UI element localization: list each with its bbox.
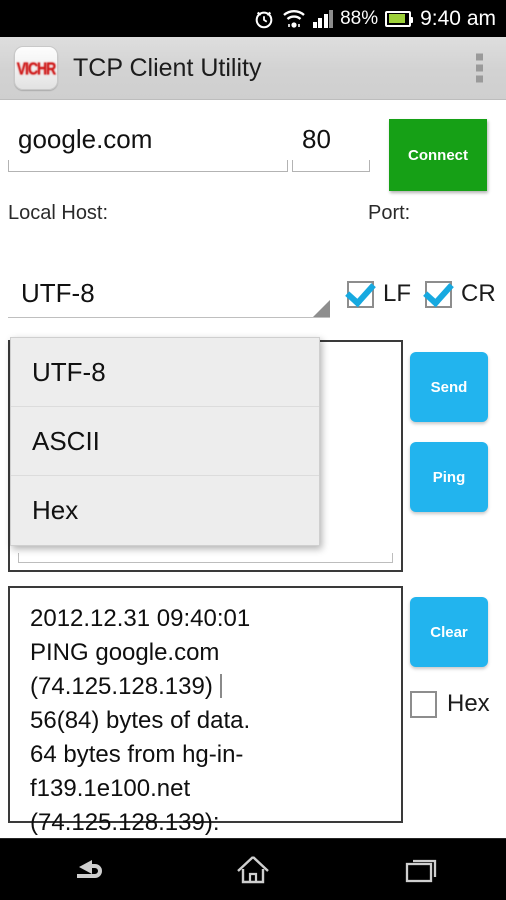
battery-percent-label: 88% <box>340 7 379 29</box>
port-label: Port: <box>368 202 411 224</box>
cellular-signal-icon <box>312 9 334 28</box>
port-input-underline <box>292 160 370 172</box>
overflow-menu-icon[interactable] <box>466 48 493 89</box>
battery-icon <box>385 10 414 27</box>
dropdown-option-hex[interactable]: Hex <box>11 476 319 545</box>
lf-checkbox[interactable] <box>347 280 374 308</box>
log-textarea-value: 2012.12.31 09:40:01 PING google.com (74.… <box>30 602 391 840</box>
hex-checkbox-label: Hex <box>447 690 490 717</box>
local-host-label: Local Host: <box>8 202 109 224</box>
port-input-value: 80 <box>302 124 331 154</box>
back-arrow-icon[interactable] <box>39 848 129 892</box>
encoding-dropdown-list[interactable]: UTF-8 ASCII Hex <box>10 337 320 546</box>
dropdown-option-ascii[interactable]: ASCII <box>11 407 319 476</box>
encoding-spinner[interactable]: UTF-8 <box>8 278 330 318</box>
cr-checkbox-label: CR <box>461 280 496 307</box>
log-text: 2012.12.31 09:40:01 PING google.com (74.… <box>30 605 251 836</box>
clock-label: 9:40 am <box>420 6 496 30</box>
ping-button[interactable]: Ping <box>410 442 488 512</box>
status-bar: 88% 9:40 am <box>0 0 506 37</box>
host-input-value: google.com <box>18 124 153 154</box>
recent-apps-icon[interactable] <box>377 848 467 892</box>
android-nav-bar <box>0 838 506 900</box>
action-bar: VICHR TCP Client Utility <box>0 37 506 100</box>
encoding-spinner-value: UTF-8 <box>21 278 95 308</box>
lf-checkbox-label: LF <box>383 280 412 307</box>
dropdown-caret-icon <box>313 300 330 317</box>
home-icon[interactable] <box>208 848 298 892</box>
connect-button[interactable]: Connect <box>389 119 487 191</box>
android-screen: 88% 9:40 am VICHR TCP Client Utility goo… <box>0 0 506 900</box>
send-button[interactable]: Send <box>410 352 488 422</box>
lf-checkbox-row[interactable]: LF <box>347 280 411 308</box>
hex-checkbox[interactable] <box>410 690 437 718</box>
hex-checkbox-row[interactable]: Hex <box>410 690 490 718</box>
cr-checkbox[interactable] <box>425 280 452 308</box>
cr-checkbox-row[interactable]: CR <box>425 280 496 308</box>
dropdown-option-utf8[interactable]: UTF-8 <box>11 338 319 407</box>
send-textarea-rule <box>18 553 393 563</box>
encoding-spinner-underline <box>8 300 330 318</box>
wifi-icon <box>282 9 306 29</box>
app-logo-icon: VICHR <box>14 46 58 90</box>
clear-button[interactable]: Clear <box>410 597 488 667</box>
alarm-clock-icon <box>253 8 275 30</box>
host-input[interactable]: google.com <box>8 124 288 172</box>
port-input[interactable]: 80 <box>292 124 370 172</box>
host-input-underline <box>8 160 288 172</box>
log-textarea[interactable]: 2012.12.31 09:40:01 PING google.com (74.… <box>8 586 403 836</box>
app-logo-text: VICHR <box>16 58 57 78</box>
text-cursor <box>219 674 222 698</box>
page-title: TCP Client Utility <box>73 53 262 82</box>
